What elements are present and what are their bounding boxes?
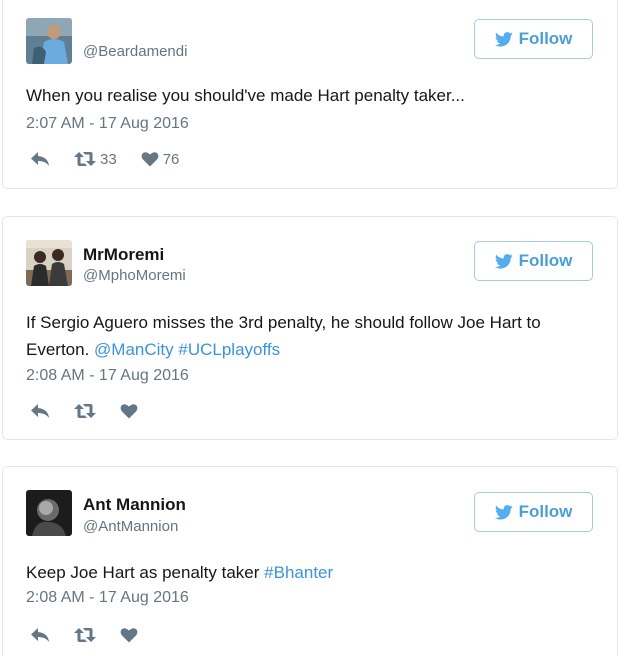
retweet-button[interactable] (74, 627, 96, 643)
reply-button[interactable] (30, 151, 50, 167)
reply-icon (31, 628, 49, 642)
tweet-actions (30, 625, 162, 645)
twitter-bird-icon (494, 253, 513, 269)
retweet-icon (74, 404, 96, 418)
user-name[interactable]: MrMoremi (83, 245, 164, 265)
reply-icon (31, 404, 49, 418)
tweet-text: If Sergio Aguero misses the 3rd penalty,… (26, 309, 586, 363)
follow-label: Follow (518, 29, 573, 48)
twitter-bird-icon (494, 504, 513, 520)
tweet-card: Ant Mannion @AntMannion Follow Keep Joe … (2, 466, 618, 656)
avatar[interactable] (26, 18, 72, 64)
user-name[interactable]: Ant Mannion (83, 495, 186, 515)
tweet-timestamp[interactable]: 2:08 AM - 17 Aug 2016 (26, 367, 189, 385)
follow-label: Follow (518, 502, 573, 521)
tweet-text: When you realise you should've made Hart… (26, 86, 465, 105)
heart-icon (120, 404, 138, 419)
like-button[interactable]: 76 (141, 150, 180, 168)
user-handle[interactable]: @Beardamendi (83, 43, 187, 60)
tweet-timestamp[interactable]: 2:08 AM - 17 Aug 2016 (26, 589, 189, 607)
follow-button[interactable]: Follow (474, 19, 593, 59)
user-handle[interactable]: @MphoMoremi (83, 267, 186, 284)
tweet-actions (30, 401, 162, 421)
like-count: 76 (162, 150, 180, 168)
avatar[interactable] (26, 490, 72, 536)
twitter-bird-icon (494, 31, 513, 47)
follow-button[interactable]: Follow (474, 241, 593, 281)
reply-icon (31, 152, 49, 166)
retweet-count: 33 (100, 150, 117, 168)
tweet-card: MrMoremi @MphoMoremi Follow If Sergio Ag… (2, 216, 618, 440)
tweet-text-body: Keep Joe Hart as penalty taker (26, 563, 260, 582)
like-button[interactable] (120, 403, 138, 419)
avatar[interactable] (26, 240, 72, 286)
reply-button[interactable] (30, 403, 50, 419)
heart-icon (120, 628, 138, 643)
retweet-button[interactable] (74, 403, 96, 419)
tweet-timestamp[interactable]: 2:07 AM - 17 Aug 2016 (26, 115, 189, 133)
follow-button[interactable]: Follow (474, 492, 593, 532)
like-button[interactable] (120, 627, 138, 643)
retweet-icon (74, 628, 96, 642)
follow-label: Follow (518, 251, 573, 270)
tweet-card: @Beardamendi Follow When you realise you… (2, 0, 618, 189)
hashtag-link[interactable]: #UCLplayoffs (178, 340, 280, 359)
user-handle[interactable]: @AntMannion (83, 518, 178, 535)
tweet-actions: 33 76 (30, 149, 203, 169)
retweet-button[interactable]: 33 (74, 151, 117, 168)
mention-link[interactable]: @ManCity (94, 340, 174, 359)
reply-button[interactable] (30, 627, 50, 643)
tweet-text: Keep Joe Hart as penalty taker #Bhanter (26, 559, 586, 586)
heart-icon (141, 152, 159, 167)
hashtag-link[interactable]: #Bhanter (264, 563, 333, 582)
retweet-icon (74, 152, 96, 166)
